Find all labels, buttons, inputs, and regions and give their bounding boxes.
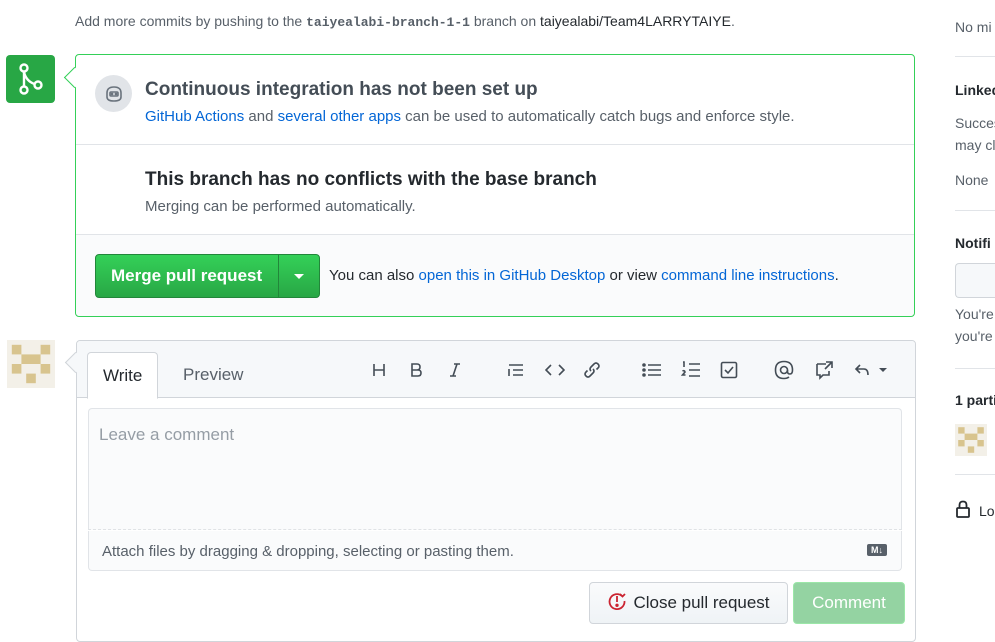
ci-title: Continuous integration has not been set … [145, 79, 538, 100]
command-line-link[interactable]: command line instructions [661, 267, 834, 284]
robot-icon [95, 75, 132, 112]
ci-status-section: Continuous integration has not been set … [76, 55, 914, 145]
lock-conversation-button[interactable]: Lo [955, 500, 995, 521]
tab-preview[interactable]: Preview [168, 352, 258, 397]
linked-issues-desc-1: Succes [955, 115, 995, 131]
heading-icon[interactable] [368, 359, 390, 381]
lock-icon [955, 500, 971, 521]
github-actions-link[interactable]: GitHub Actions [145, 108, 244, 125]
other-apps-link[interactable]: several other apps [278, 108, 401, 125]
bold-icon[interactable] [405, 359, 427, 381]
participant-avatar[interactable] [955, 424, 987, 456]
mention-icon[interactable] [773, 359, 795, 381]
code-icon[interactable] [544, 359, 566, 381]
attach-files-area[interactable]: Attach files by dragging & dropping, sel… [88, 531, 902, 571]
ci-subtitle: GitHub Actions and several other apps ca… [145, 108, 795, 125]
participants-heading: 1 parti [955, 392, 995, 408]
merge-action-section: Merge pull request You can also open thi… [76, 235, 914, 316]
sidebar-divider [955, 474, 995, 475]
bulleted-list-icon[interactable] [641, 359, 663, 381]
notifications-desc-2: you're [955, 328, 993, 344]
cross-reference-icon[interactable] [813, 359, 835, 381]
github-desktop-link[interactable]: open this in GitHub Desktop [419, 267, 606, 284]
merge-button-group: Merge pull request [95, 254, 320, 298]
editor-tabbar: Write Preview [77, 341, 915, 399]
notifications-heading: Notifi [955, 235, 991, 251]
caret-down-icon [878, 368, 887, 372]
close-pull-request-button[interactable]: Close pull request [589, 582, 788, 624]
avatar[interactable] [7, 340, 55, 388]
comment-button[interactable]: Comment [793, 582, 905, 624]
italic-icon[interactable] [444, 359, 466, 381]
numbered-list-icon[interactable] [680, 359, 702, 381]
saved-reply-icon[interactable] [853, 359, 887, 381]
sidebar-divider [955, 210, 995, 211]
task-list-icon[interactable] [718, 359, 740, 381]
merge-status-box: Continuous integration has not been set … [75, 54, 915, 317]
merge-alternatives: You can also open this in GitHub Desktop… [329, 267, 839, 284]
linked-issues-heading[interactable]: Linked [955, 82, 995, 98]
git-merge-icon [6, 55, 55, 103]
merge-options-dropdown[interactable] [278, 255, 319, 297]
comment-textarea[interactable]: Leave a comment [88, 408, 902, 530]
linked-issues-desc-2: may cl [955, 137, 995, 153]
conflicts-title: This branch has no conflicts with the ba… [145, 169, 597, 190]
comment-form: Write Preview Leave a comment Attach fil… [76, 340, 916, 642]
branch-name: taiyealabi-branch-1-1 [306, 15, 470, 30]
repo-name: taiyealabi/Team4LARRYTAIYE [540, 13, 731, 29]
conflicts-section: This branch has no conflicts with the ba… [76, 145, 914, 292]
milestone-value: No mi [955, 19, 992, 35]
linked-issues-value: None [955, 172, 989, 188]
tab-write[interactable]: Write [87, 352, 159, 399]
markdown-icon[interactable]: M↓ [867, 544, 887, 556]
sidebar-divider [955, 56, 995, 57]
sidebar-divider [955, 368, 995, 369]
subscribe-button[interactable] [955, 263, 995, 298]
push-hint: Add more commits by pushing to the taiye… [75, 13, 735, 30]
link-icon[interactable] [581, 359, 603, 381]
notifications-desc-1: You're [955, 306, 994, 322]
attach-files-label: Attach files by dragging & dropping, sel… [102, 543, 514, 560]
merge-pull-request-button[interactable]: Merge pull request [96, 255, 278, 297]
issue-closed-icon [607, 591, 627, 616]
quote-icon[interactable] [505, 359, 527, 381]
triangle-down-icon [294, 273, 304, 279]
conflicts-subtitle: Merging can be performed automatically. [145, 198, 416, 215]
